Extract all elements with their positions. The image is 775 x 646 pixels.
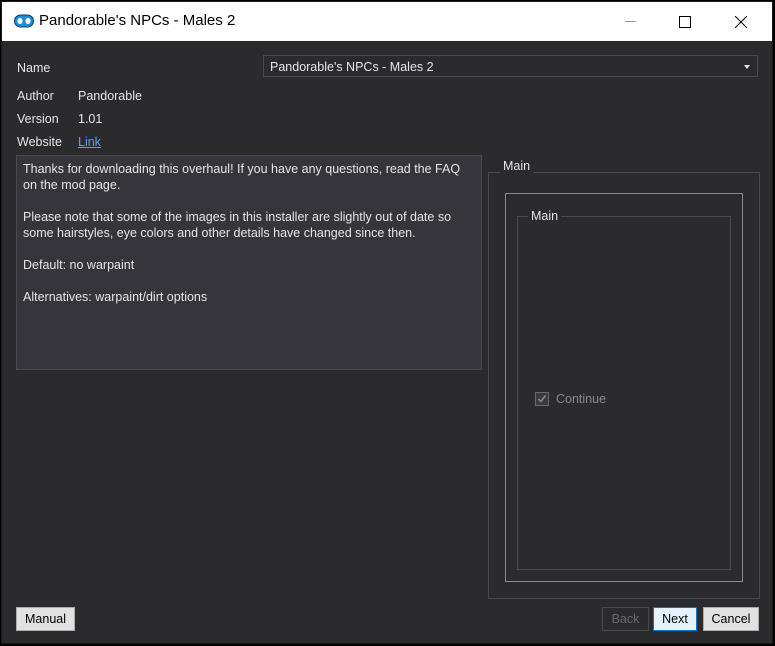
description-paragraph: Please note that some of the images in t…	[23, 210, 452, 240]
version-value: 1.01	[78, 112, 103, 126]
mod-organizer-icon	[14, 14, 34, 28]
author-value: Pandorable	[78, 89, 142, 103]
maximize-button[interactable]	[658, 2, 712, 41]
title-bar[interactable]: Pandorable's NPCs - Males 2	[2, 2, 772, 41]
close-icon	[735, 16, 747, 28]
options-inner-title: Main	[528, 209, 562, 223]
continue-checkbox[interactable]	[535, 392, 549, 406]
options-group-inner	[517, 216, 731, 570]
description-text[interactable]: Thanks for downloading this overhaul! If…	[16, 155, 482, 370]
maximize-icon	[679, 16, 691, 28]
window-title: Pandorable's NPCs - Males 2	[39, 12, 236, 29]
version-label: Version	[17, 112, 59, 126]
continue-label[interactable]: Continue	[556, 392, 606, 406]
description-paragraph: Thanks for downloading this overhaul! If…	[23, 162, 461, 192]
description-paragraph: Alternatives: warpaint/dirt options	[23, 290, 208, 304]
next-button[interactable]: Next	[653, 607, 697, 631]
author-label: Author	[17, 89, 54, 103]
close-button[interactable]	[714, 2, 768, 41]
checkmark-icon	[537, 395, 547, 403]
cancel-button[interactable]: Cancel	[703, 607, 759, 631]
back-button[interactable]: Back	[602, 607, 649, 631]
name-label: Name	[17, 61, 51, 75]
website-label: Website	[17, 135, 62, 149]
options-group-title: Main	[500, 159, 534, 173]
minimize-button[interactable]	[604, 2, 658, 41]
name-combobox-value: Pandorable's NPCs - Males 2	[270, 60, 434, 74]
manual-button[interactable]: Manual	[16, 607, 75, 631]
description-paragraph: Default: no warpaint	[23, 258, 135, 272]
minimize-icon	[625, 21, 636, 22]
website-link[interactable]: Link	[78, 135, 101, 149]
chevron-down-icon	[744, 65, 750, 69]
name-combobox[interactable]: Pandorable's NPCs - Males 2	[263, 55, 758, 77]
